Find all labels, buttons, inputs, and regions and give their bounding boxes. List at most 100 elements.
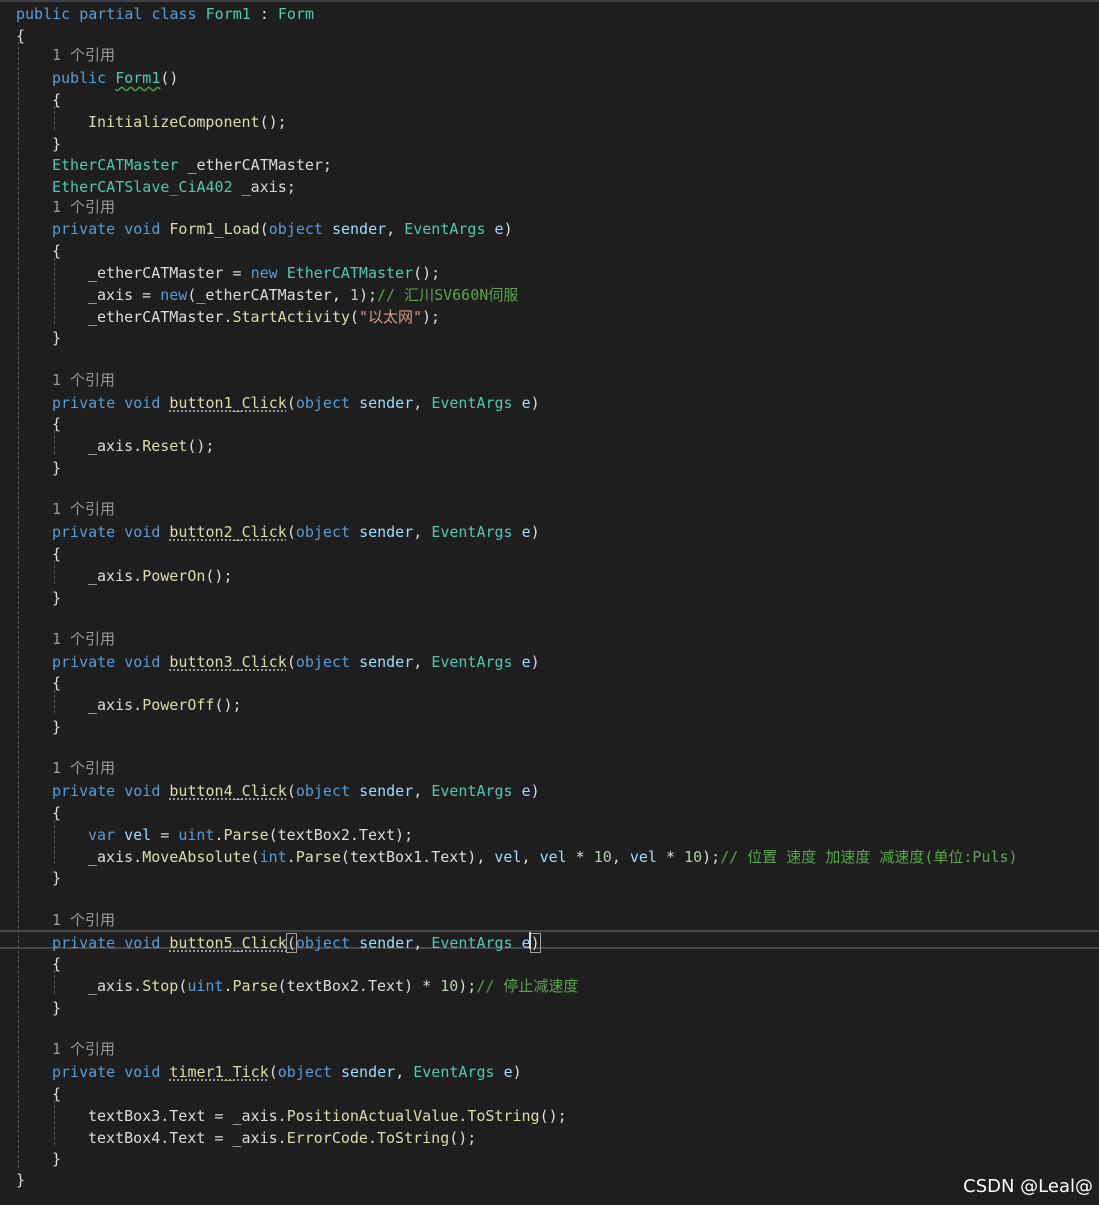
code-token: EtherCATMaster <box>52 156 179 174</box>
code-token: } <box>52 869 62 887</box>
codelens-reference-count[interactable]: 1 个引用 <box>52 45 115 65</box>
code-token: e <box>521 653 531 671</box>
code-token: ToString <box>377 1129 450 1147</box>
code-line: EtherCATMaster _etherCATMaster; <box>52 155 332 175</box>
codelens-reference-count[interactable]: 1 个引用 <box>52 499 115 519</box>
code-token: ( <box>286 782 296 800</box>
indent-guide <box>54 820 55 864</box>
code-token: void <box>124 394 170 412</box>
code-line: _etherCATMaster = new EtherCATMaster(); <box>88 263 440 283</box>
code-token: PositionActualValue <box>286 1107 459 1125</box>
codelens-reference-count[interactable]: 1 个引用 <box>52 910 115 930</box>
code-token: object <box>295 523 360 541</box>
code-token: EventArgs <box>404 220 495 238</box>
code-token: ( <box>286 523 296 541</box>
code-token: , <box>521 848 540 866</box>
code-token: Form <box>277 5 315 23</box>
code-token: EventArgs <box>431 523 522 541</box>
code-token: ( <box>285 933 297 953</box>
code-token: (); <box>449 1129 477 1147</box>
code-token: ) <box>530 394 540 412</box>
code-token: ( <box>349 308 359 326</box>
codelens-text: 1 个引用 <box>52 500 116 518</box>
code-token: 10 <box>684 848 703 866</box>
code-token: timer1_Tick <box>169 1063 269 1081</box>
code-token: (); <box>539 1107 567 1125</box>
code-token: . <box>458 1107 468 1125</box>
codelens-text: 1 个引用 <box>52 759 116 777</box>
code-token: void <box>124 934 170 952</box>
code-token: button1_Click <box>169 394 287 412</box>
code-token: , <box>413 653 432 671</box>
code-token: textBox4.Text = _axis. <box>88 1129 287 1147</box>
code-token: } <box>52 589 62 607</box>
code-line: var vel = uint.Parse(textBox2.Text); <box>88 825 413 845</box>
code-token: ( <box>286 653 296 671</box>
code-token: * <box>656 848 685 866</box>
code-token: , <box>611 848 630 866</box>
code-token: private <box>52 523 125 541</box>
code-line: textBox3.Text = _axis.PositionActualValu… <box>88 1106 567 1126</box>
code-token: : <box>250 5 278 23</box>
code-editor[interactable]: public partial class Form1 : Form{1 个引用 p… <box>0 0 1099 1205</box>
code-token: * <box>566 848 594 866</box>
code-token: ErrorCode <box>286 1129 368 1147</box>
code-line: } <box>52 458 61 478</box>
code-token: e <box>521 523 531 541</box>
indent-guide <box>18 42 19 1168</box>
codelens-reference-count[interactable]: 1 个引用 <box>52 1039 115 1059</box>
text-caret <box>529 932 531 949</box>
code-token: } <box>52 718 62 736</box>
code-token: public <box>16 5 80 23</box>
code-token: ToString <box>467 1107 540 1125</box>
code-line: } <box>52 868 61 888</box>
code-token: _axis. <box>88 977 143 995</box>
code-line: private void button1_Click(object sender… <box>52 393 540 413</box>
code-token: } <box>52 135 62 153</box>
code-token: Parse <box>295 848 341 866</box>
codelens-reference-count[interactable]: 1 个引用 <box>52 758 115 778</box>
code-token: (textBox1.Text), <box>340 848 495 866</box>
code-token: void <box>124 523 170 541</box>
code-token: object <box>295 782 360 800</box>
code-token: object <box>295 394 360 412</box>
code-line: } <box>52 1149 61 1169</box>
code-token: Reset <box>142 437 188 455</box>
code-token: void <box>124 1063 170 1081</box>
codelens-text: 1 个引用 <box>52 630 116 648</box>
watermark-label: CSDN @Leal@ <box>963 1176 1093 1197</box>
code-token: vel <box>494 848 522 866</box>
code-line: _axis.MoveAbsolute(int.Parse(textBox1.Te… <box>88 847 1018 867</box>
code-token: ( <box>268 1063 278 1081</box>
code-token: var <box>88 826 125 844</box>
code-token: PowerOff <box>142 696 215 714</box>
code-token: , <box>386 220 405 238</box>
code-token: EventArgs <box>431 653 522 671</box>
code-token: button2_Click <box>169 523 287 541</box>
codelens-reference-count[interactable]: 1 个引用 <box>52 197 115 217</box>
code-token: _etherCATMaster. <box>88 308 233 326</box>
code-token: sender <box>341 1063 396 1081</box>
code-token: ) <box>529 933 541 953</box>
code-token: () <box>160 69 179 87</box>
codelens-reference-count[interactable]: 1 个引用 <box>52 629 115 649</box>
code-token: e <box>521 394 531 412</box>
code-token: partial <box>79 5 152 23</box>
code-token: ) <box>530 523 540 541</box>
code-token: // 停止减速度 <box>476 977 579 995</box>
indent-guide <box>54 970 55 994</box>
codelens-reference-count[interactable]: 1 个引用 <box>52 370 115 390</box>
code-token: textBox3.Text = _axis. <box>88 1107 287 1125</box>
code-token: (textBox2.Text); <box>268 826 414 844</box>
code-token: , <box>413 523 432 541</box>
code-token: StartActivity <box>232 308 350 326</box>
code-line: _etherCATMaster.StartActivity("以太网"); <box>88 307 440 327</box>
code-token: (textBox2.Text) * <box>277 977 441 995</box>
code-token: new <box>250 264 287 282</box>
code-token: , <box>413 782 432 800</box>
code-token: ( <box>178 977 188 995</box>
code-token: EtherCATSlave_CiA402 <box>52 178 233 196</box>
code-token: } <box>16 1171 26 1189</box>
code-token: _axis; <box>232 178 296 196</box>
code-token: sender <box>359 782 414 800</box>
